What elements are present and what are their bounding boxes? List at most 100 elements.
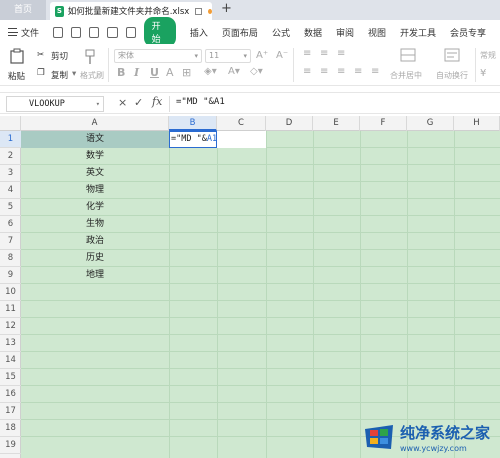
- cell-b1-editing[interactable]: ="MD "&A1: [169, 131, 217, 148]
- tab-data[interactable]: 数据: [304, 26, 322, 39]
- tab-page-layout[interactable]: 页面布局: [222, 26, 258, 39]
- distribute-icon[interactable]: ≡: [371, 66, 379, 77]
- cell-a8[interactable]: 历史: [21, 250, 169, 267]
- border-icon[interactable]: ⊞: [182, 66, 191, 79]
- clear-format-icon[interactable]: ◇▾: [250, 66, 263, 77]
- cell-a1[interactable]: 语文: [21, 131, 169, 148]
- preview-icon[interactable]: [89, 26, 100, 38]
- cell-a6[interactable]: 生物: [21, 216, 169, 233]
- merge-center-button[interactable]: 合并居中: [390, 70, 422, 81]
- column-header-e[interactable]: E: [313, 116, 360, 131]
- row-header[interactable]: 13: [0, 335, 21, 352]
- copy-dropdown-icon[interactable]: ▾: [72, 69, 76, 79]
- cell-area[interactable]: 语文 数学 英文 物理 化学 生物 政治 历史 地理 ="MD "&A1: [21, 131, 500, 458]
- tab-developer[interactable]: 开发工具: [400, 26, 436, 39]
- merge-cells-icon[interactable]: [400, 48, 416, 62]
- column-header-h[interactable]: H: [454, 116, 500, 131]
- tab-document[interactable]: S 如何批量新建文件夹并命名.xlsx: [50, 2, 212, 20]
- cell-a7[interactable]: 政治: [21, 233, 169, 250]
- bold-button[interactable]: B: [117, 66, 125, 79]
- formula-input[interactable]: ="MD "&A1: [176, 97, 225, 107]
- column-header-b[interactable]: B: [169, 116, 217, 131]
- tab-review[interactable]: 审阅: [336, 26, 354, 39]
- justify-icon[interactable]: ≡: [354, 66, 362, 77]
- undo-icon[interactable]: [107, 26, 118, 38]
- cell-a3[interactable]: 英文: [21, 165, 169, 182]
- fill-color-icon[interactable]: ◈▾: [204, 66, 217, 77]
- row-header[interactable]: 12: [0, 318, 21, 335]
- align-top-icon[interactable]: ≡: [303, 48, 311, 59]
- tab-start[interactable]: 开始: [143, 17, 176, 47]
- column-header-d[interactable]: D: [266, 116, 313, 131]
- row-header[interactable]: 1: [0, 131, 21, 148]
- align-right-icon[interactable]: ≡: [337, 66, 345, 77]
- tab-view[interactable]: 视图: [368, 26, 386, 39]
- row-header[interactable]: 17: [0, 403, 21, 420]
- new-tab-button[interactable]: +: [221, 1, 232, 16]
- confirm-icon[interactable]: ✓: [134, 96, 143, 109]
- insert-function-icon[interactable]: fx: [152, 95, 162, 108]
- cell-a5[interactable]: 化学: [21, 199, 169, 216]
- cut-button[interactable]: 剪切: [51, 50, 68, 62]
- paste-button[interactable]: 粘贴: [8, 70, 25, 82]
- cell-a4[interactable]: 物理: [21, 182, 169, 199]
- print-icon[interactable]: [71, 26, 82, 38]
- row-header[interactable]: 5: [0, 199, 21, 216]
- column-header-g[interactable]: G: [407, 116, 454, 131]
- spreadsheet-grid[interactable]: A B C D E F G H 1 2 3 4 5 6 7 8 9 10 11 …: [0, 116, 500, 458]
- row-header[interactable]: 10: [0, 284, 21, 301]
- column-header-a[interactable]: A: [21, 116, 169, 131]
- underline-button[interactable]: U: [150, 66, 159, 79]
- copy-button[interactable]: 复制: [51, 69, 68, 81]
- wrap-text-icon[interactable]: [444, 48, 460, 62]
- column-header-f[interactable]: F: [360, 116, 407, 131]
- font-name-select[interactable]: 宋体 ▾: [114, 49, 202, 63]
- row-header[interactable]: 11: [0, 301, 21, 318]
- row-header[interactable]: 16: [0, 386, 21, 403]
- cell-a9[interactable]: 地理: [21, 267, 169, 284]
- row-header[interactable]: 19: [0, 437, 21, 454]
- format-painter-button[interactable]: 格式刷: [80, 70, 104, 81]
- paste-icon[interactable]: [10, 48, 24, 64]
- row-header[interactable]: 6: [0, 216, 21, 233]
- tab-member[interactable]: 会员专享: [450, 26, 486, 39]
- tab-formulas[interactable]: 公式: [272, 26, 290, 39]
- number-format-select[interactable]: 常规: [480, 50, 496, 61]
- align-left-icon[interactable]: ≡: [303, 66, 311, 77]
- column-header-c[interactable]: C: [217, 116, 266, 131]
- tab-insert[interactable]: 插入: [190, 26, 208, 39]
- currency-icon[interactable]: ¥: [480, 68, 486, 79]
- copy-icon[interactable]: ❐: [37, 68, 45, 78]
- row-header[interactable]: 18: [0, 420, 21, 437]
- tab-home[interactable]: 首页: [0, 0, 46, 20]
- select-all-corner[interactable]: [0, 116, 21, 131]
- strikethrough-icon[interactable]: A: [166, 66, 174, 79]
- font-size-select[interactable]: 11 ▾: [205, 49, 251, 63]
- font-color-icon[interactable]: A▾: [228, 66, 240, 77]
- redo-icon[interactable]: [125, 26, 136, 38]
- row-header[interactable]: 4: [0, 182, 21, 199]
- wrap-text-button[interactable]: 自动换行: [436, 70, 468, 81]
- chevron-down-icon[interactable]: ▾: [96, 97, 100, 111]
- cell-c1[interactable]: [217, 131, 266, 148]
- row-header[interactable]: 14: [0, 352, 21, 369]
- hamburger-icon[interactable]: [8, 28, 19, 36]
- italic-button[interactable]: I: [134, 66, 139, 79]
- font-grow-icon[interactable]: A⁺: [256, 50, 268, 61]
- format-painter-icon[interactable]: [84, 49, 96, 65]
- row-header[interactable]: 7: [0, 233, 21, 250]
- cancel-icon[interactable]: ×: [118, 96, 127, 109]
- name-box[interactable]: VLOOKUP ▾: [6, 96, 104, 112]
- row-header[interactable]: 2: [0, 148, 21, 165]
- row-header[interactable]: 15: [0, 369, 21, 386]
- align-middle-icon[interactable]: ≡: [320, 48, 328, 59]
- row-header[interactable]: 8: [0, 250, 21, 267]
- row-header[interactable]: 9: [0, 267, 21, 284]
- font-shrink-icon[interactable]: A⁻: [276, 50, 288, 61]
- row-header[interactable]: 3: [0, 165, 21, 182]
- align-center-icon[interactable]: ≡: [320, 66, 328, 77]
- menu-file[interactable]: 文件: [21, 26, 39, 39]
- align-bottom-icon[interactable]: ≡: [337, 48, 345, 59]
- cell-a2[interactable]: 数学: [21, 148, 169, 165]
- save-icon[interactable]: [53, 26, 64, 38]
